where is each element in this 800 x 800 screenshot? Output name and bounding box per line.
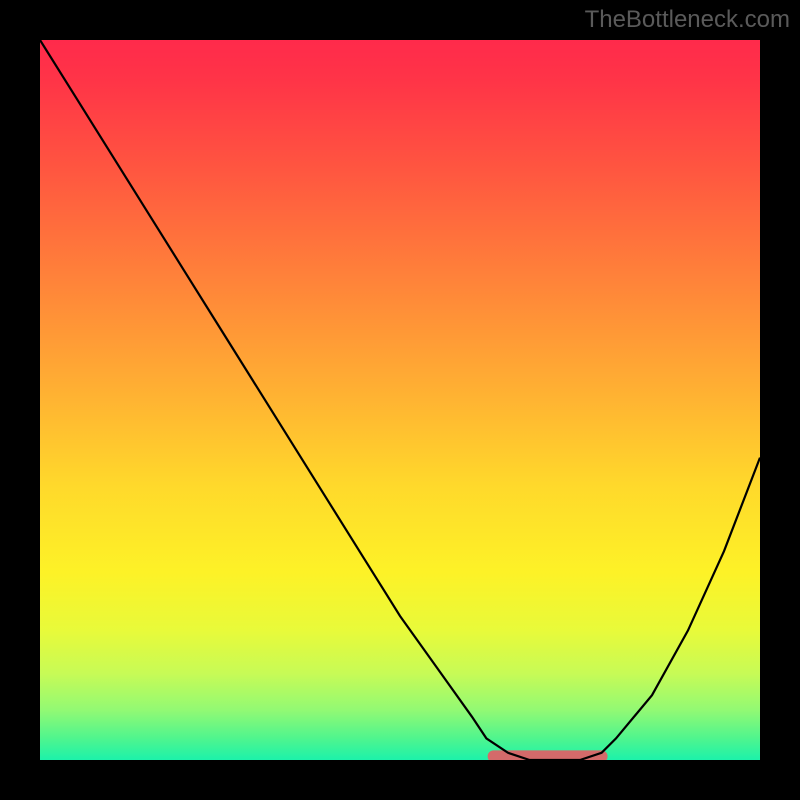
chart-plot-area xyxy=(40,40,760,760)
bottleneck-curve-line xyxy=(40,40,760,760)
watermark-text: TheBottleneck.com xyxy=(585,6,790,34)
curve-svg xyxy=(40,40,760,760)
